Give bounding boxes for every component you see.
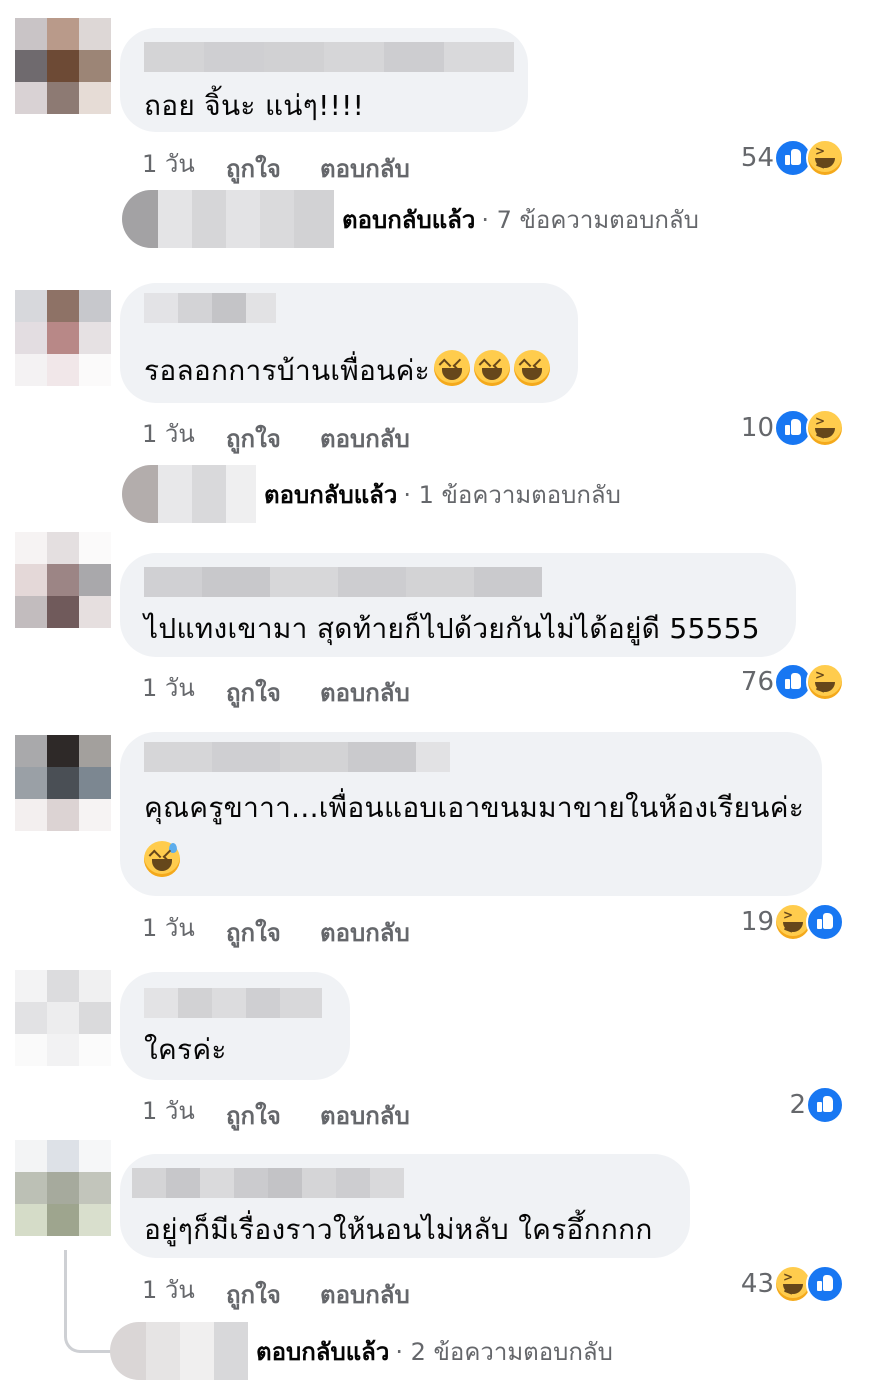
reaction-count: 76 bbox=[740, 667, 774, 697]
comment-text-content: รอลอกการบ้านเพื่อนค่ะ bbox=[144, 354, 430, 387]
replies-count: · 2 ข้อความตอบกลับ bbox=[395, 1337, 613, 1366]
comment-time[interactable]: 1 วัน bbox=[142, 144, 195, 183]
avatar[interactable] bbox=[15, 735, 111, 831]
reaction-summary[interactable]: 2 bbox=[789, 1086, 844, 1124]
like-button[interactable]: ถูกใจ bbox=[226, 673, 281, 712]
like-button[interactable]: ถูกใจ bbox=[226, 419, 281, 458]
grinning-squinting-face-icon bbox=[514, 350, 550, 386]
comment-text: รอลอกการบ้านเพื่อนค่ะ bbox=[144, 345, 550, 397]
comment-text: ไปแทงเขามา สุดท้ายก็ไปด้วยกันไม่ได้อยู่ด… bbox=[144, 612, 760, 645]
reaction-count: 19 bbox=[740, 907, 774, 937]
comment-bubble: ใครค่ะ bbox=[120, 972, 350, 1080]
comment-time[interactable]: 1 วัน bbox=[142, 908, 195, 947]
replies-count: · 1 ข้อความตอบกลับ bbox=[403, 480, 621, 509]
replies-label: ตอบกลับแล้ว bbox=[342, 205, 476, 234]
like-icon bbox=[806, 903, 844, 941]
avatar[interactable] bbox=[15, 1140, 111, 1236]
haha-icon bbox=[806, 409, 844, 447]
avatar[interactable] bbox=[15, 18, 111, 114]
reaction-summary[interactable]: 19 bbox=[740, 903, 844, 941]
replier-avatars-blurred bbox=[122, 190, 334, 248]
comment-bubble: อยู่ๆก็มีเรื่องราวให้นอนไม่หลับ ใครอึ้กก… bbox=[120, 1154, 690, 1258]
reaction-count: 54 bbox=[740, 143, 774, 173]
reply-button[interactable]: ตอบกลับ bbox=[320, 673, 410, 712]
haha-icon bbox=[806, 139, 844, 177]
grinning-squinting-face-icon bbox=[474, 350, 510, 386]
grinning-sweat-face-icon bbox=[144, 841, 180, 877]
comment-bubble: รอลอกการบ้านเพื่อนค่ะ bbox=[120, 283, 578, 403]
avatar[interactable] bbox=[15, 290, 111, 386]
reaction-count: 2 bbox=[789, 1090, 806, 1120]
replies-count: · 7 ข้อความตอบกลับ bbox=[481, 205, 699, 234]
comment-bubble: ไปแทงเขามา สุดท้ายก็ไปด้วยกันไม่ได้อยู่ด… bbox=[120, 553, 796, 657]
comment-time[interactable]: 1 วัน bbox=[142, 414, 195, 453]
comment-emoji-line bbox=[140, 836, 180, 888]
reaction-summary[interactable]: 76 bbox=[740, 663, 844, 701]
like-icon bbox=[806, 1265, 844, 1303]
comment-text: ถอย จิ้นะ แน่ๆ!!!! bbox=[144, 89, 365, 122]
comment-time[interactable]: 1 วัน bbox=[142, 1270, 195, 1309]
like-button[interactable]: ถูกใจ bbox=[226, 1275, 281, 1314]
commenter-name-blurred[interactable] bbox=[144, 293, 276, 323]
view-replies-link[interactable]: ตอบกลับแล้ว · 1 ข้อความตอบกลับ bbox=[122, 465, 621, 523]
reaction-summary[interactable]: 54 bbox=[740, 139, 844, 177]
replier-avatars-blurred bbox=[110, 1322, 248, 1380]
comment-time[interactable]: 1 วัน bbox=[142, 1091, 195, 1130]
reply-button[interactable]: ตอบกลับ bbox=[320, 1275, 410, 1314]
reaction-summary[interactable]: 43 bbox=[740, 1265, 844, 1303]
like-icon bbox=[806, 1086, 844, 1124]
reply-button[interactable]: ตอบกลับ bbox=[320, 1096, 410, 1135]
reaction-count: 10 bbox=[740, 413, 774, 443]
commenter-name-blurred[interactable] bbox=[144, 742, 450, 772]
reaction-summary[interactable]: 10 bbox=[740, 409, 844, 447]
comment-text: ใครค่ะ bbox=[144, 1033, 227, 1066]
comment-text: อยู่ๆก็มีเรื่องราวให้นอนไม่หลับ ใครอึ้กก… bbox=[144, 1213, 653, 1246]
like-button[interactable]: ถูกใจ bbox=[226, 1096, 281, 1135]
like-button[interactable]: ถูกใจ bbox=[226, 149, 281, 188]
avatar[interactable] bbox=[15, 970, 111, 1066]
avatar[interactable] bbox=[15, 532, 111, 628]
replies-label: ตอบกลับแล้ว bbox=[264, 480, 398, 509]
comment-bubble: ถอย จิ้นะ แน่ๆ!!!! bbox=[120, 28, 528, 132]
reply-button[interactable]: ตอบกลับ bbox=[320, 419, 410, 458]
reply-button[interactable]: ตอบกลับ bbox=[320, 149, 410, 188]
reply-button[interactable]: ตอบกลับ bbox=[320, 913, 410, 952]
grinning-squinting-face-icon bbox=[434, 350, 470, 386]
commenter-name-blurred[interactable] bbox=[144, 567, 542, 597]
replies-label: ตอบกลับแล้ว bbox=[256, 1337, 390, 1366]
commenter-name-blurred[interactable] bbox=[144, 42, 514, 72]
view-replies-link[interactable]: ตอบกลับแล้ว · 7 ข้อความตอบกลับ bbox=[122, 190, 699, 248]
comment-time[interactable]: 1 วัน bbox=[142, 668, 195, 707]
like-button[interactable]: ถูกใจ bbox=[226, 913, 281, 952]
commenter-name-blurred[interactable] bbox=[144, 988, 322, 1018]
replier-avatars-blurred bbox=[122, 465, 256, 523]
commenter-name-blurred[interactable] bbox=[132, 1168, 404, 1198]
comment-bubble: คุณครูขาาา...เพื่อนแอบเอาขนมมาขายในห้องเ… bbox=[120, 732, 822, 896]
reply-thread-line bbox=[64, 1250, 111, 1353]
view-replies-link[interactable]: ตอบกลับแล้ว · 2 ข้อความตอบกลับ bbox=[110, 1322, 613, 1380]
reaction-count: 43 bbox=[740, 1269, 774, 1299]
haha-icon bbox=[806, 663, 844, 701]
comment-text: คุณครูขาาา...เพื่อนแอบเอาขนมมาขายในห้องเ… bbox=[144, 791, 805, 824]
